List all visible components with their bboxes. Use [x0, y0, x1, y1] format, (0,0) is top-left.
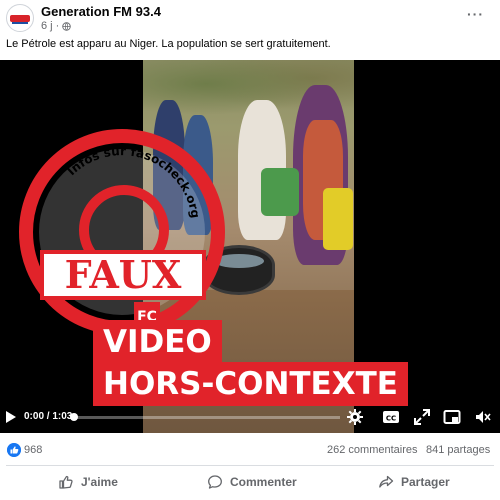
green-jerrycan — [261, 168, 299, 216]
post-header: Generation FM 93.4 6 j · ··· — [0, 0, 500, 36]
avatar-logo-stripe — [10, 15, 30, 22]
divider — [6, 465, 494, 466]
post-text: Le Pétrole est apparu au Niger. La popul… — [6, 38, 331, 50]
page-avatar[interactable] — [6, 4, 34, 32]
yellow-jerrycan — [323, 188, 353, 250]
fake-stamp: Infos sur fasocheck.org FAUX FC — [19, 129, 225, 335]
svg-text:CC: CC — [386, 415, 396, 423]
comments-count[interactable]: 262 commentaires — [327, 444, 418, 456]
progress-knob[interactable] — [70, 413, 78, 421]
video-player[interactable]: Infos sur fasocheck.org FAUX FC VIDEO HO… — [0, 60, 500, 433]
share-button[interactable]: Partager — [378, 467, 450, 497]
expand-icon[interactable] — [413, 408, 431, 426]
volume-icon[interactable] — [474, 408, 492, 426]
like-count[interactable]: 968 — [24, 444, 42, 456]
picture-in-picture-icon[interactable] — [443, 408, 461, 426]
banner-video: VIDEO — [93, 320, 222, 364]
post-time[interactable]: 6 j — [41, 20, 53, 32]
avatar-logo-underline — [12, 22, 28, 24]
like-button[interactable]: J'aime — [58, 467, 118, 497]
share-label: Partager — [401, 475, 450, 489]
like-label: J'aime — [81, 475, 118, 489]
comment-label: Commenter — [230, 475, 297, 489]
page-name-link[interactable]: Generation FM 93.4 — [41, 4, 161, 19]
video-controls: 0:00 / 1:03 CC — [0, 403, 500, 433]
share-icon — [379, 475, 394, 488]
comment-button[interactable]: Commenter — [207, 467, 297, 497]
captions-icon[interactable]: CC — [382, 408, 400, 426]
comment-icon — [208, 475, 222, 489]
post-meta: 6 j · — [41, 20, 72, 32]
post-stats: 968 262 commentaires 841 partages — [0, 440, 500, 462]
like-reaction-icon[interactable] — [7, 443, 21, 457]
play-icon[interactable] — [6, 411, 16, 423]
banner-hors-contexte: HORS-CONTEXTE — [93, 362, 408, 406]
post-actions: J'aime Commenter Partager — [0, 467, 500, 497]
meta-separator: · — [55, 20, 60, 32]
more-options-button[interactable]: ··· — [467, 6, 484, 22]
progress-bar[interactable] — [70, 413, 340, 421]
thumbs-up-icon — [59, 475, 73, 489]
shares-count[interactable]: 841 partages — [426, 444, 490, 456]
settings-icon[interactable] — [346, 408, 364, 426]
globe-icon — [62, 21, 72, 31]
video-time: 0:00 / 1:03 — [24, 411, 73, 422]
stamp-word: FAUX — [65, 252, 182, 297]
